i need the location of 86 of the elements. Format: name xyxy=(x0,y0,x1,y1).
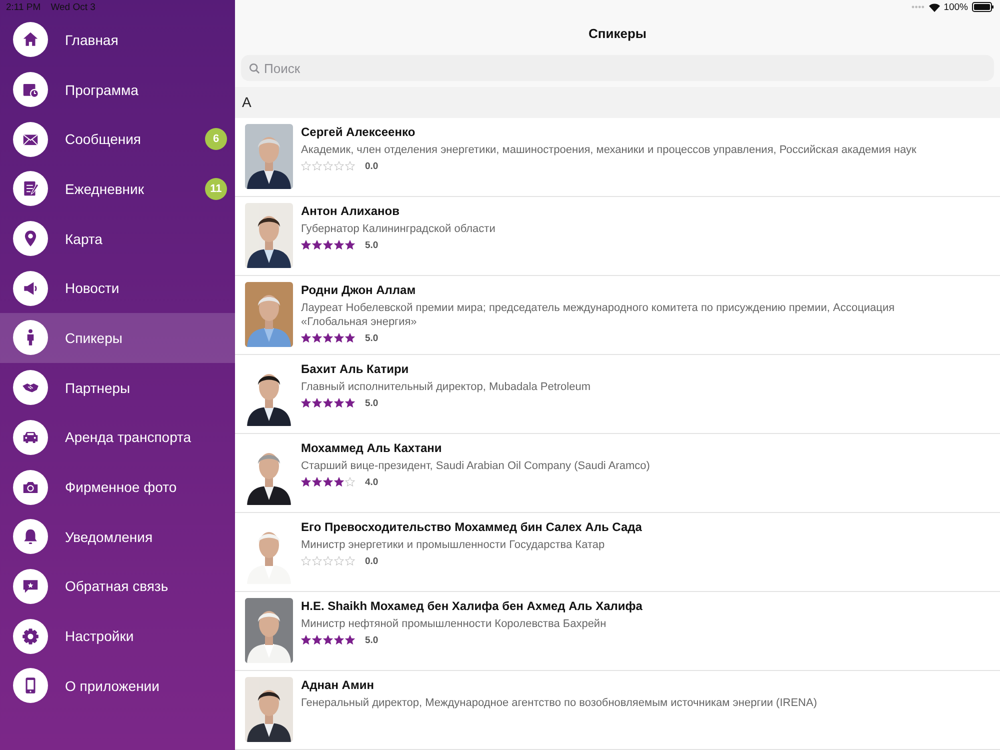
star-icon xyxy=(323,477,333,488)
speaker-title: Главный исполнительный директор, Mubadala Petroleum xyxy=(301,380,592,394)
gear-icon xyxy=(21,626,40,646)
menu-item[interactable]: Ежедневник 11 xyxy=(0,164,235,214)
menu-item[interactable]: О приложении xyxy=(0,660,235,711)
menu-item[interactable]: Спикеры xyxy=(0,313,235,363)
menu-item[interactable]: Уведомления xyxy=(0,512,235,562)
star-icon xyxy=(301,398,311,408)
rating-value: 5.0 xyxy=(365,634,378,646)
rating-value: 5.0 xyxy=(365,332,378,344)
star-icon xyxy=(301,556,311,566)
menu-item[interactable]: Главная xyxy=(0,15,235,65)
status-date: Wed Oct 3 xyxy=(50,2,96,12)
speaker-name: Бахит Аль Катири xyxy=(301,362,410,376)
battery-icon xyxy=(972,2,994,12)
star-icon xyxy=(323,635,333,646)
star-icon xyxy=(312,240,322,250)
menu-item[interactable]: Новости xyxy=(0,263,235,314)
star-icon xyxy=(312,477,322,488)
star-icon xyxy=(334,240,344,250)
count-badge: 11 xyxy=(205,178,227,200)
notepad-icon xyxy=(21,179,40,198)
speaker-name: Мохаммед Аль Кахтани xyxy=(301,440,443,455)
speaker-title: Губернатор Калининградской области xyxy=(301,222,496,236)
speaker-title: Старший вице-президент, Saudi Arabian Oil Company (Saudi Aramco) xyxy=(301,458,651,473)
star-icon xyxy=(323,398,333,408)
rating-value: 4.0 xyxy=(365,476,378,488)
star-icon xyxy=(334,477,344,488)
star-icon xyxy=(345,635,355,646)
star-icon xyxy=(345,333,355,344)
speaker-title: Министр нефтяной промышленности Королевства Бахрейн xyxy=(301,616,608,631)
rating-value: 5.0 xyxy=(365,398,378,409)
rating-value: 0.0 xyxy=(365,556,378,567)
star-icon xyxy=(301,635,311,646)
speaker-name: Его Превосходительство Мохаммед бин Салех Аль Сада xyxy=(301,520,643,534)
speaker-title: Генеральный директор, Международное агентство по возобновляемым источникам энергии (IRENA) xyxy=(301,696,818,710)
star-icon xyxy=(334,398,344,408)
star-icon xyxy=(334,556,344,566)
speaker-name: Родни Джон Аллам xyxy=(301,282,417,297)
menu-item[interactable]: Сообщения 6 xyxy=(0,114,235,164)
menu-item[interactable]: Обратная связь xyxy=(0,562,235,612)
star-icon xyxy=(323,240,333,250)
bell-icon xyxy=(21,527,40,546)
page-title: Спикеры xyxy=(588,26,646,41)
star-icon xyxy=(301,161,311,172)
star-icon xyxy=(345,398,355,408)
star-icon xyxy=(334,635,344,646)
star-icon xyxy=(345,161,355,172)
star-icon xyxy=(301,333,311,344)
wifi-icon xyxy=(928,2,940,12)
star-icon xyxy=(323,556,333,566)
menu-item[interactable]: Фирменное фото xyxy=(0,462,235,512)
speaker-name: Антон Алиханов xyxy=(301,204,401,218)
count-badge: 6 xyxy=(205,128,227,150)
menu-item[interactable]: Программа xyxy=(0,64,235,114)
battery-percent: 100% xyxy=(944,2,968,12)
speaker-name: Аднан Амин xyxy=(301,678,375,692)
star-icon xyxy=(334,161,344,172)
status-time: 2:11 PM xyxy=(6,2,41,12)
star-icon xyxy=(345,240,355,250)
rating-value: 5.0 xyxy=(365,240,378,251)
star-icon xyxy=(301,240,311,250)
rating-value: 0.0 xyxy=(365,160,378,172)
search-icon xyxy=(249,62,260,74)
menu-item[interactable]: Аренда транспорта xyxy=(0,412,235,462)
speaker-title: Министр энергетики и промышленности Государства Катар xyxy=(301,538,606,552)
speaker-name: Сергей Алексеенко xyxy=(301,124,416,139)
speaker-title: Лауреат Нобелевской премии мира; председатель международного комитета по присуждению премии, Ассоциация «Глобальная энергия» xyxy=(301,300,896,329)
star-icon xyxy=(345,556,355,566)
star-icon xyxy=(345,477,355,488)
star-icon xyxy=(312,398,322,408)
star-icon xyxy=(334,333,344,344)
star-icon xyxy=(323,333,333,344)
star-icon xyxy=(323,161,333,172)
menu-item[interactable]: Карта xyxy=(0,214,235,264)
speaker-name: H.E. Shaikh Мохамед бен Халифа бен Ахмед Аль Халифа xyxy=(301,598,644,613)
star-icon xyxy=(312,556,322,566)
menu-item[interactable]: Партнеры xyxy=(0,362,235,412)
menu-item[interactable]: Настройки xyxy=(0,611,235,661)
search-field[interactable]: Поиск xyxy=(241,55,994,81)
star-icon xyxy=(301,477,311,488)
section-letter: А xyxy=(242,94,252,110)
speaker-title: Академик, член отделения энергетики, машиностроения, механики и процессов управления, Российская академия наук xyxy=(301,142,918,157)
star-icon xyxy=(312,635,322,646)
star-icon xyxy=(312,161,322,172)
star-icon xyxy=(312,333,322,344)
